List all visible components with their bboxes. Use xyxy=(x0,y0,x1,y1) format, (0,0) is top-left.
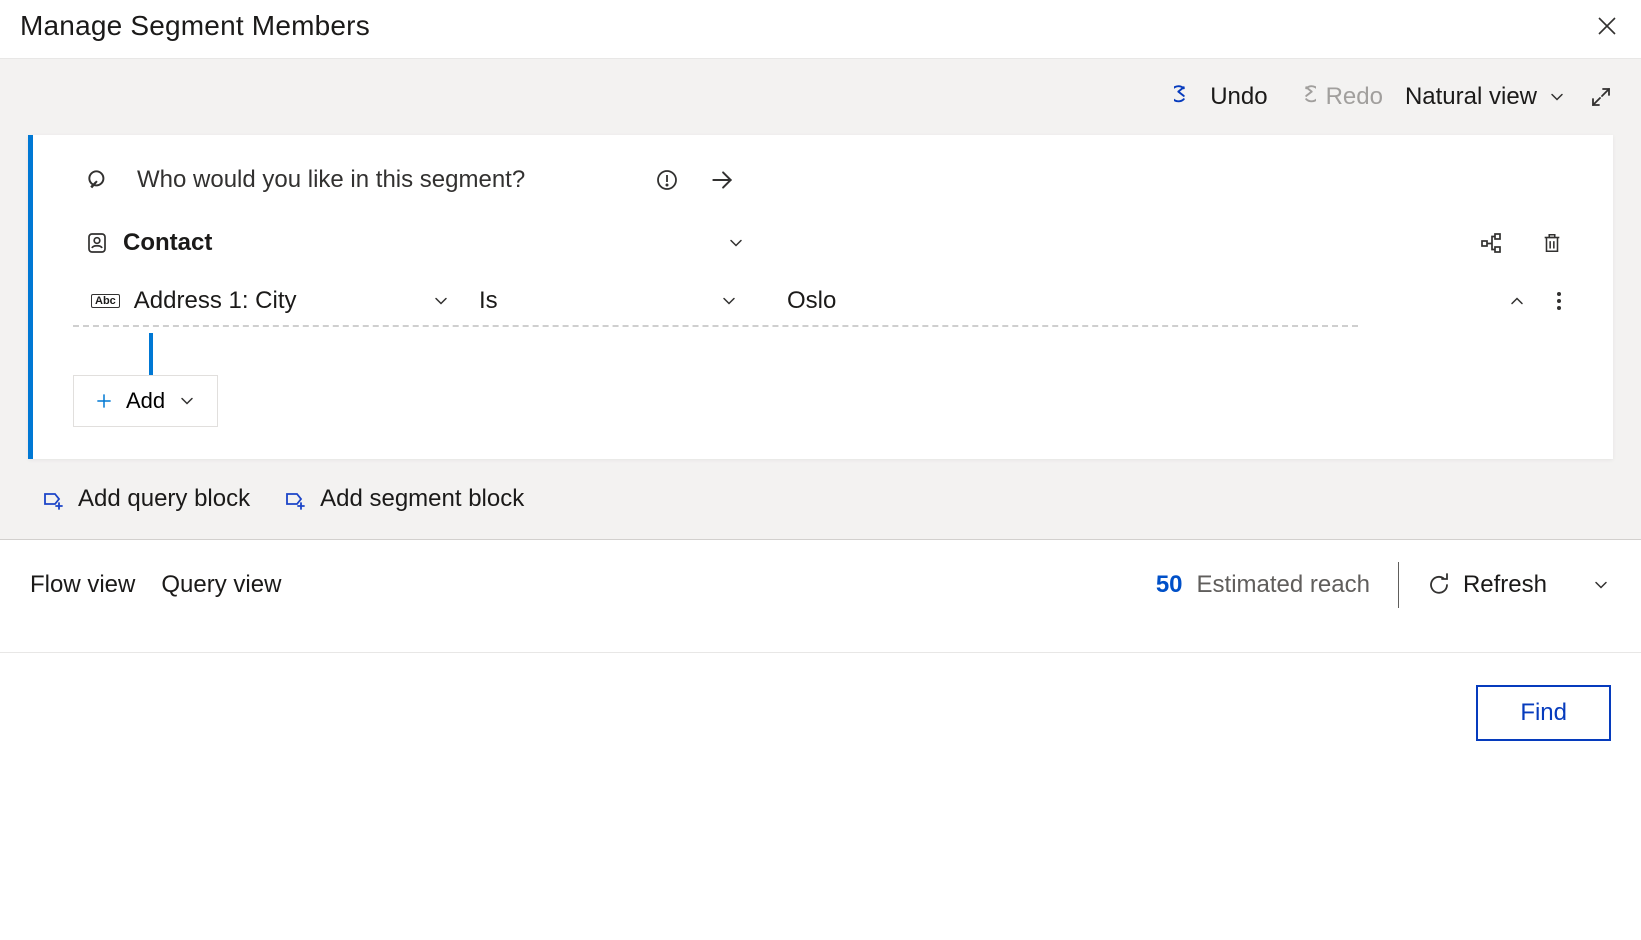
nl-search-row xyxy=(33,135,1613,219)
dialog-action-bar: Find xyxy=(0,652,1641,741)
dialog-title: Manage Segment Members xyxy=(20,10,370,42)
refresh-button[interactable]: Refresh xyxy=(1427,571,1547,599)
chevron-down-icon xyxy=(1547,87,1567,107)
refresh-label: Refresh xyxy=(1463,571,1547,599)
refresh-icon xyxy=(1427,573,1451,597)
chevron-down-icon xyxy=(719,291,739,311)
add-condition-button[interactable]: Add xyxy=(73,375,218,427)
chevron-down-icon xyxy=(431,291,451,311)
find-button[interactable]: Find xyxy=(1476,685,1611,741)
redo-button[interactable]: Redo xyxy=(1290,83,1383,111)
nl-search-input[interactable] xyxy=(135,165,625,195)
value-input[interactable]: Oslo xyxy=(787,287,836,315)
condition-row: Abc Address 1: City Is Oslo xyxy=(33,285,1613,333)
reach-label: Estimated reach xyxy=(1197,571,1370,599)
view-mode-dropdown[interactable]: Natural view xyxy=(1405,83,1567,111)
query-block: Contact Abc Address 1: C xyxy=(28,135,1613,459)
redo-label: Redo xyxy=(1326,83,1383,111)
add-query-block-label: Add query block xyxy=(78,485,250,513)
more-options-icon[interactable] xyxy=(1555,289,1563,313)
connector-line xyxy=(125,333,1613,375)
flow-view-link[interactable]: Flow view xyxy=(30,571,135,599)
operator-label: Is xyxy=(479,287,498,315)
entity-selector-row: Contact xyxy=(33,219,1613,285)
text-field-type-icon: Abc xyxy=(91,294,120,308)
flow-icon[interactable] xyxy=(1479,231,1503,255)
add-query-block-button[interactable]: Add query block xyxy=(42,485,250,513)
field-selector[interactable]: Abc Address 1: City xyxy=(91,287,451,315)
reach-count: 50 xyxy=(1156,571,1183,599)
delete-icon[interactable] xyxy=(1541,231,1563,255)
chevron-down-icon xyxy=(177,391,197,411)
dialog-header: Manage Segment Members xyxy=(0,0,1641,58)
query-view-link[interactable]: Query view xyxy=(161,571,281,599)
entity-selector[interactable]: Contact xyxy=(85,229,746,257)
block-adders: Add query block Add segment block xyxy=(0,465,1641,539)
undo-button[interactable]: Undo xyxy=(1174,83,1267,111)
contact-icon xyxy=(85,231,109,255)
fullscreen-button[interactable] xyxy=(1589,85,1613,109)
undo-label: Undo xyxy=(1210,83,1267,111)
add-segment-block-label: Add segment block xyxy=(320,485,524,513)
entity-label: Contact xyxy=(123,229,212,257)
manage-segment-dialog: Manage Segment Members Undo Redo Natural… xyxy=(0,0,1641,940)
designer-toolbar: Undo Redo Natural view xyxy=(0,59,1641,135)
chevron-down-icon[interactable] xyxy=(1591,575,1611,595)
redo-icon xyxy=(1290,84,1316,110)
search-icon xyxy=(85,167,111,193)
undo-icon xyxy=(1174,84,1200,110)
footer-bar: Flow view Query view 50 Estimated reach … xyxy=(0,539,1641,630)
divider xyxy=(1398,562,1399,608)
operator-selector[interactable]: Is xyxy=(479,287,739,315)
plus-icon xyxy=(94,391,114,411)
chevron-down-icon xyxy=(726,233,746,253)
chevron-up-icon[interactable] xyxy=(1507,291,1527,311)
field-label: Address 1: City xyxy=(134,287,297,315)
designer-area: Undo Redo Natural view xyxy=(0,58,1641,539)
add-segment-block-button[interactable]: Add segment block xyxy=(284,485,524,513)
view-mode-label: Natural view xyxy=(1405,83,1537,111)
close-icon[interactable] xyxy=(1595,14,1619,38)
submit-arrow-icon[interactable] xyxy=(709,167,735,193)
add-label: Add xyxy=(126,388,165,414)
condition-divider xyxy=(73,325,1358,327)
info-icon[interactable] xyxy=(655,168,679,192)
